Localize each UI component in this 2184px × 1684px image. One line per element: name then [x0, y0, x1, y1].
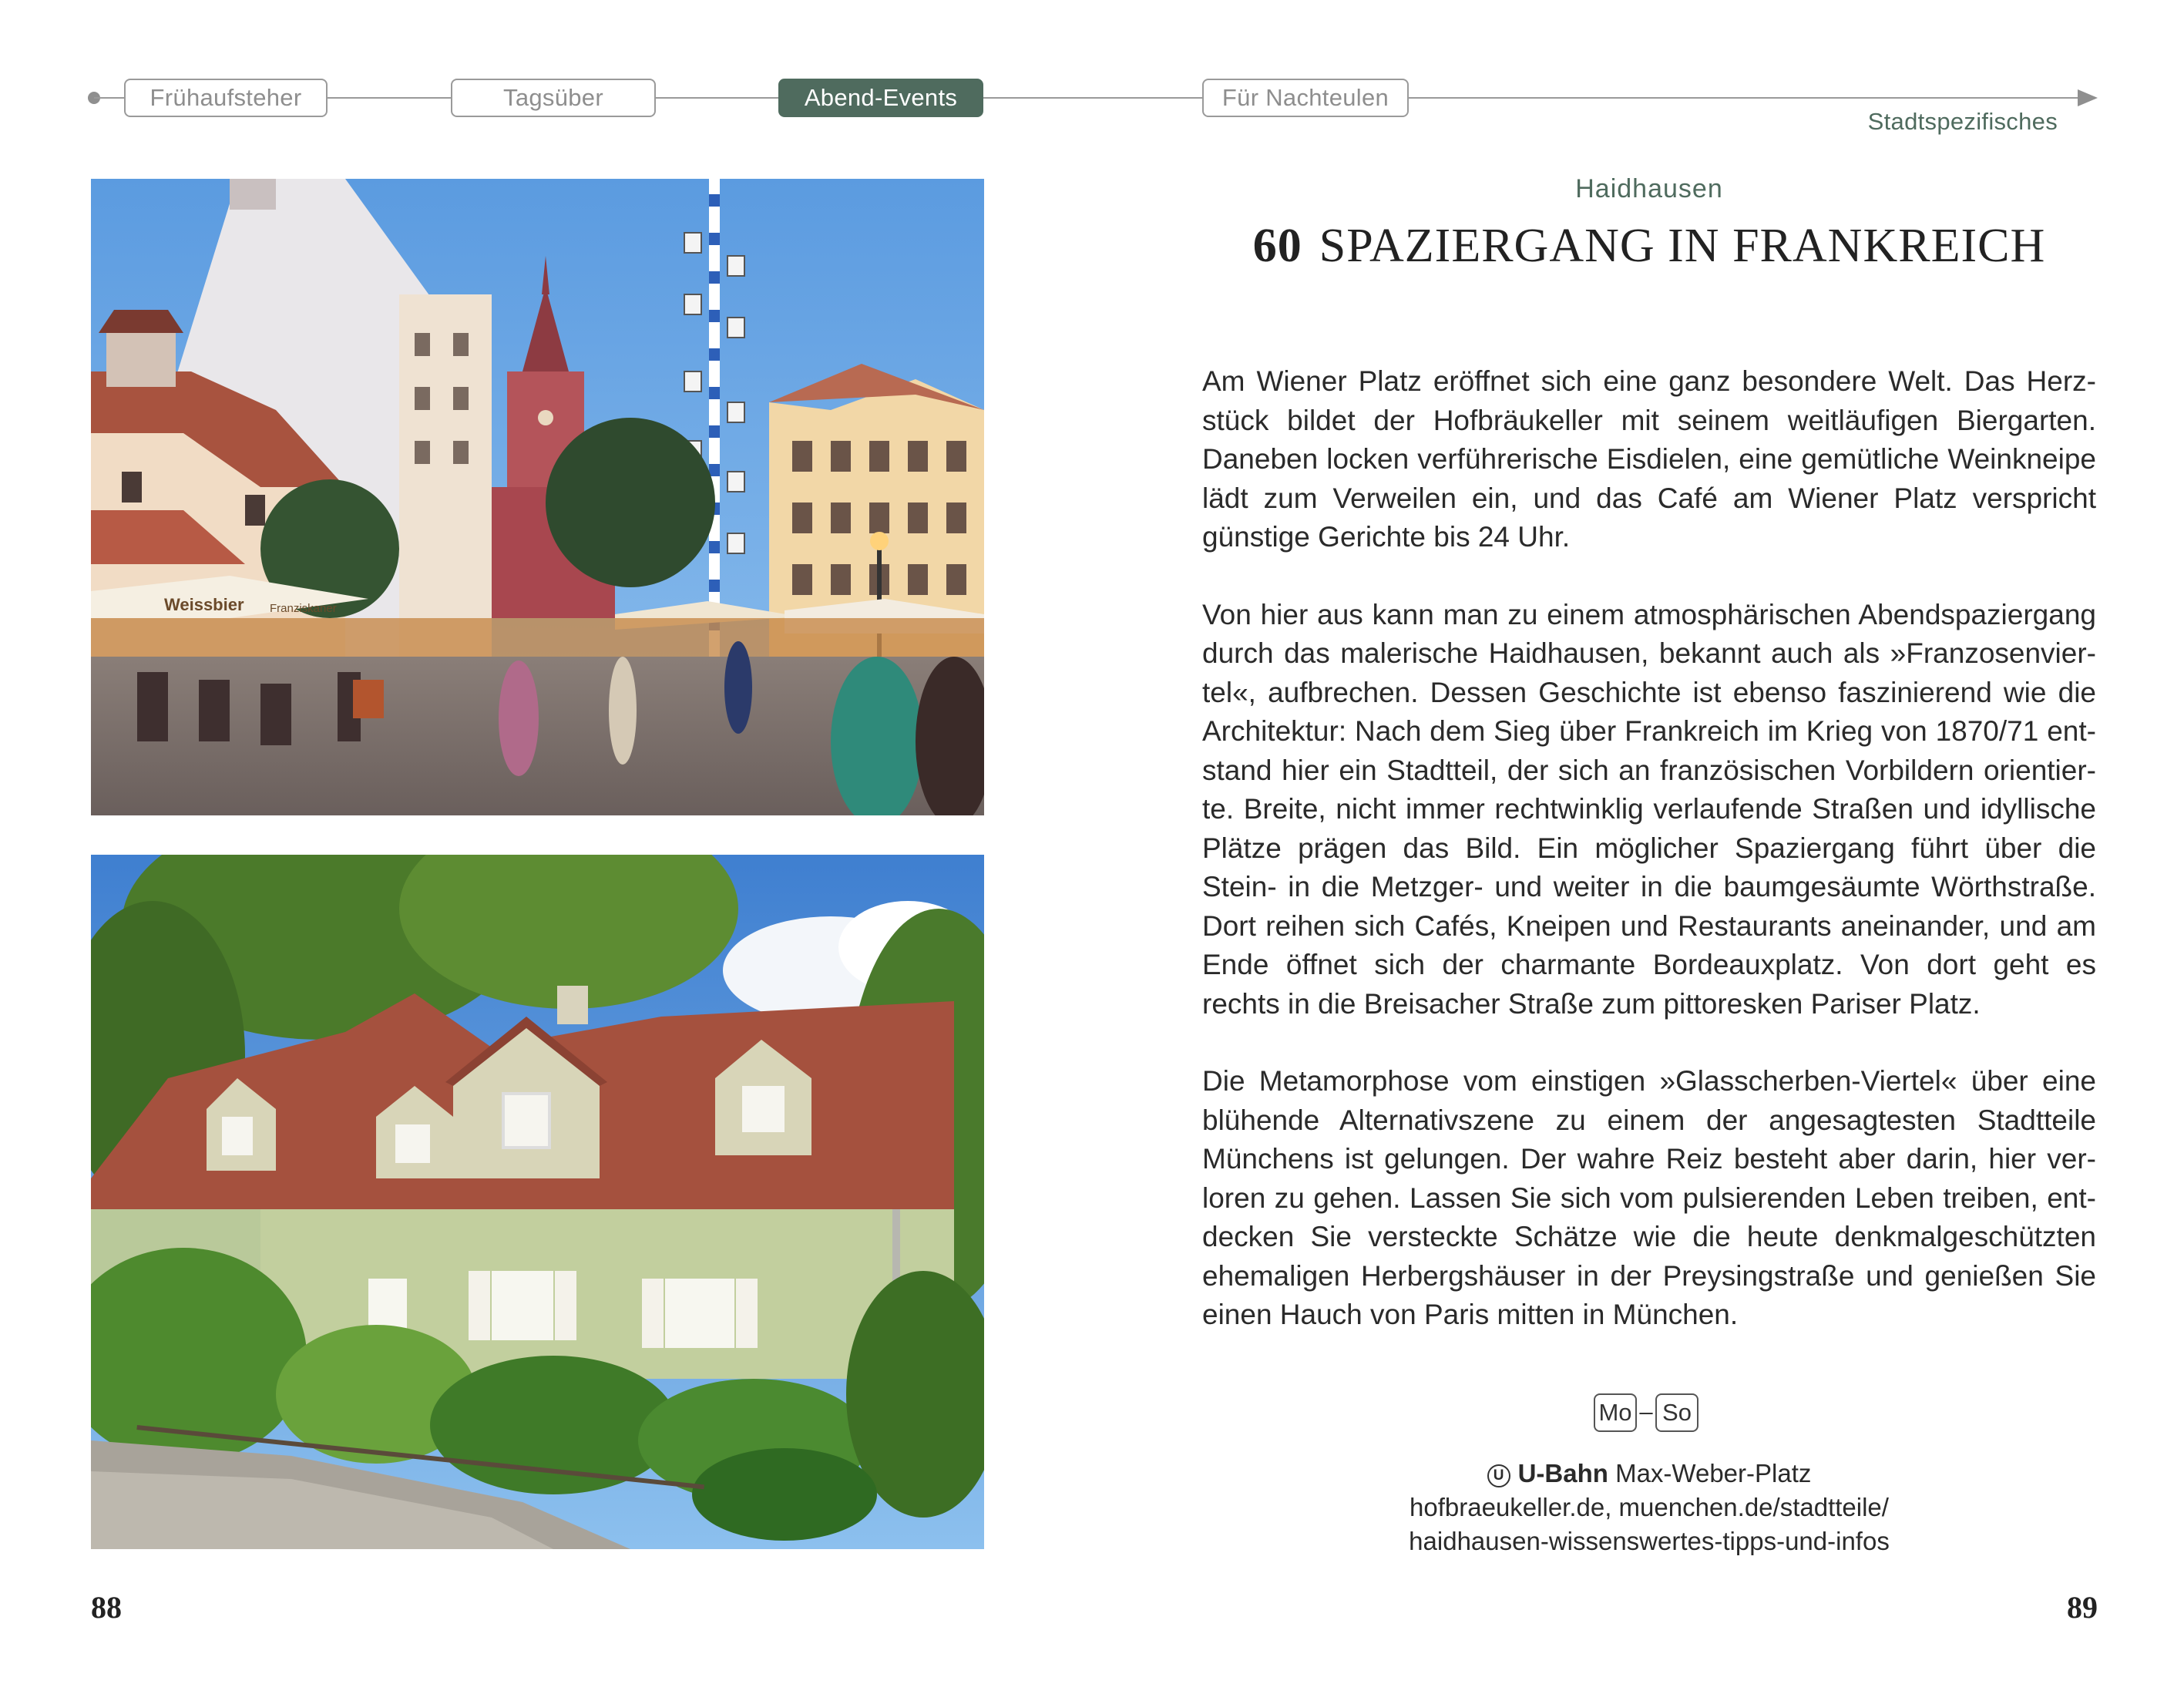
paragraph-3: Die Metamorphose vom einstigen »Glassche… — [1202, 1065, 2096, 1330]
tab-abend-events[interactable]: Abend-Events — [778, 79, 983, 117]
timeline-line — [94, 97, 2082, 99]
link-line-1[interactable]: hofbraeukeller.de, muenchen.de/stadtteil… — [1202, 1491, 2096, 1524]
timeline-nav: Frühaufsteher Tagsüber Abend-Events Für … — [0, 0, 2184, 146]
umbrella-weissbier: Weissbier — [164, 595, 244, 614]
photo-herbergshaus — [91, 855, 984, 1549]
link-line-2[interactable]: haidhausen-wissenswertes-tipps-und-infos — [1202, 1524, 2096, 1558]
umbrella-franziskaner: Franziskaner — [270, 602, 337, 615]
transit-line: U U-Bahn Max-Weber-Platz — [1202, 1457, 2096, 1491]
article-body: Am Wiener Platz eröffnet sich eine ganz … — [1202, 362, 2096, 1373]
tab-fuer-nachteulen[interactable]: Für Nachteulen — [1202, 79, 1409, 117]
section-label: Stadtspezifisches — [1867, 108, 2058, 135]
day-separator: – — [1639, 1398, 1653, 1425]
transit-type: U-Bahn — [1517, 1459, 1608, 1487]
timeline-arrow-icon — [2078, 89, 2098, 106]
page-number-right: 89 — [2067, 1590, 2098, 1625]
district-label: Haidhausen — [1575, 174, 1723, 203]
day-to-badge: So — [1655, 1393, 1698, 1432]
info-block: U U-Bahn Max-Weber-Platz hofbraeukeller.d… — [1202, 1457, 2096, 1558]
day-from-badge: Mo — [1594, 1393, 1637, 1432]
tab-fruehaufsteher[interactable]: Frühaufsteher — [124, 79, 328, 117]
u-bahn-icon: U — [1487, 1464, 1510, 1487]
paragraph-1: Am Wiener Platz eröffnet sich eine ganz … — [1202, 365, 2096, 553]
transit-stop: Max-Weber-Platz — [1615, 1459, 1812, 1487]
opening-days: Mo – So — [1594, 1393, 1709, 1434]
page-number-left: 88 — [91, 1590, 122, 1625]
article-title: 60 SPAZIERGANG IN FRANKREICH — [1202, 219, 2096, 274]
article-title-text: SPAZIERGANG IN FRANKREICH — [1319, 220, 2046, 272]
article-number: 60 — [1252, 220, 1302, 272]
tab-tagsueber[interactable]: Tagsüber — [451, 79, 656, 117]
photo-wiener-platz: Weissbier Franziskaner — [91, 179, 984, 815]
paragraph-2: Von hier aus kann man zu einem atmosphär… — [1202, 598, 2096, 1020]
